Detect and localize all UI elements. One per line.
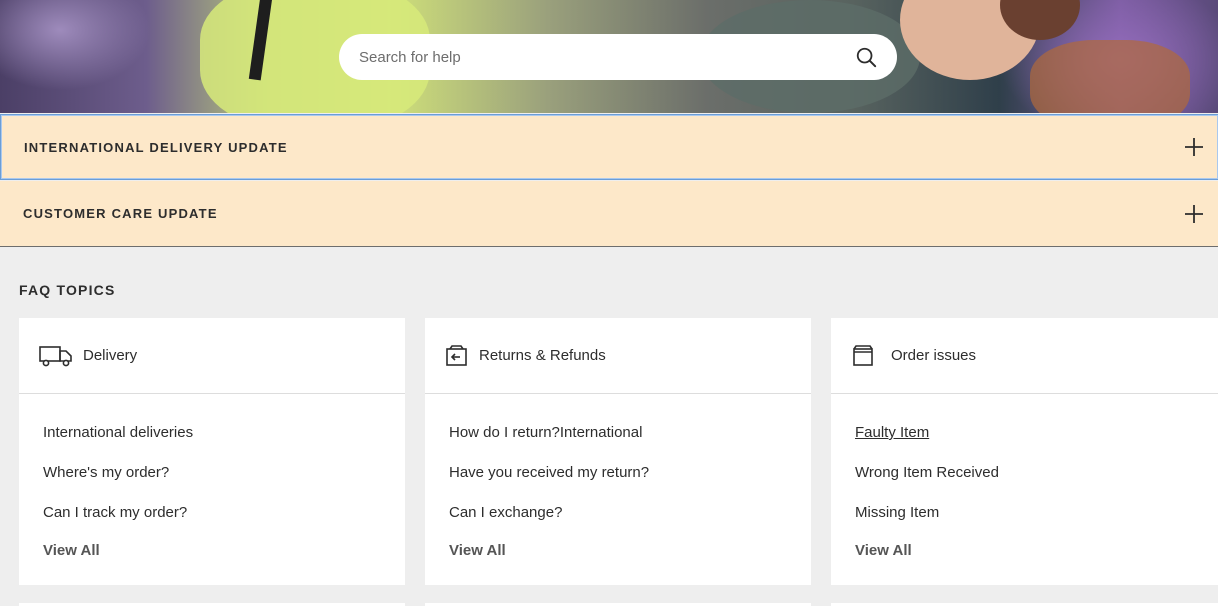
card-title: Delivery	[83, 347, 138, 364]
update-title: INTERNATIONAL DELIVERY UPDATE	[24, 139, 288, 155]
card-header[interactable]: Returns & Refunds	[425, 318, 811, 394]
customer-care-update[interactable]: CUSTOMER CARE UPDATE	[0, 181, 1218, 247]
order-box-icon	[853, 344, 873, 366]
faq-link[interactable]: Wrong Item Received	[855, 460, 1194, 500]
faq-card-order-issues: Order issues Faulty Item Wrong Item Rece…	[831, 318, 1218, 585]
card-header[interactable]: Order issues	[831, 318, 1218, 394]
faq-link[interactable]: How do I return?International	[449, 420, 787, 460]
international-delivery-update[interactable]: INTERNATIONAL DELIVERY UPDATE	[0, 114, 1218, 180]
faq-link[interactable]: International deliveries	[43, 420, 381, 460]
faq-link[interactable]: Where's my order?	[43, 460, 381, 500]
search-input[interactable]	[359, 48, 855, 66]
card-header[interactable]: Delivery	[19, 318, 405, 394]
faq-card-delivery: Delivery International deliveries Where'…	[19, 318, 405, 585]
faq-link[interactable]: Missing Item	[855, 500, 1194, 540]
faq-link[interactable]: Can I track my order?	[43, 500, 381, 540]
update-title: CUSTOMER CARE UPDATE	[23, 206, 218, 221]
view-all-link[interactable]: View All	[855, 542, 912, 559]
faq-link[interactable]: Faulty Item	[855, 420, 1194, 460]
card-title: Returns & Refunds	[479, 347, 606, 364]
view-all-link[interactable]: View All	[43, 542, 100, 559]
view-all-link[interactable]: View All	[449, 542, 506, 559]
faq-card-returns: Returns & Refunds How do I return?Intern…	[425, 318, 811, 585]
faq-topics-heading: FAQ TOPICS	[19, 282, 116, 298]
delivery-truck-icon	[39, 345, 72, 366]
plus-icon[interactable]	[1184, 137, 1204, 157]
faq-link[interactable]: Can I exchange?	[449, 500, 787, 540]
return-box-icon	[446, 344, 467, 366]
search-bar[interactable]	[339, 34, 897, 80]
faq-link[interactable]: Have you received my return?	[449, 460, 787, 500]
search-icon[interactable]	[855, 46, 877, 68]
plus-icon[interactable]	[1184, 204, 1204, 224]
card-title: Order issues	[891, 347, 977, 364]
